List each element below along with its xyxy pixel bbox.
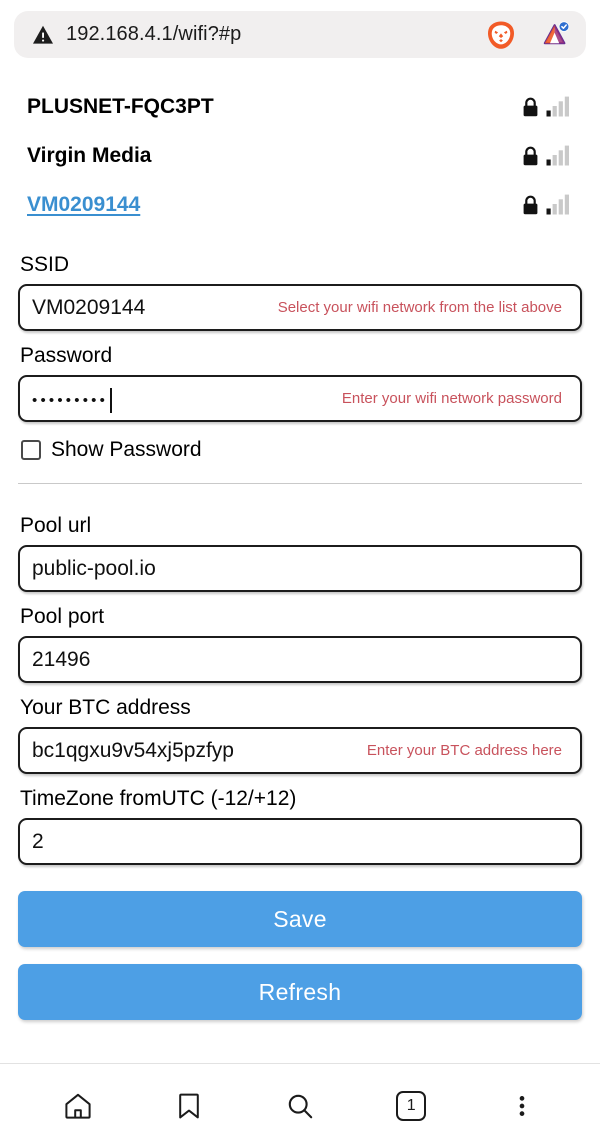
password-label: Password — [20, 344, 113, 367]
url-text[interactable]: 192.168.4.1/wifi?#p — [66, 23, 474, 46]
pool-url-label: Pool url — [20, 514, 92, 537]
search-icon — [285, 1091, 315, 1121]
lock-icon — [522, 146, 539, 166]
brave-lion-icon[interactable] — [486, 20, 516, 50]
bookmark-button[interactable] — [163, 1080, 215, 1132]
search-button[interactable] — [274, 1080, 326, 1132]
lock-icon — [522, 97, 539, 117]
warning-triangle-icon — [32, 24, 54, 46]
three-dot-menu-icon — [507, 1091, 537, 1121]
bookmark-icon — [174, 1091, 204, 1121]
pool-url-input[interactable]: public-pool.io — [18, 545, 582, 592]
btc-address-input-value: bc1qgxu9v54xj5pzfyp — [32, 738, 234, 762]
pool-port-input-value: 21496 — [32, 647, 91, 671]
address-bar[interactable]: 192.168.4.1/wifi?#p — [14, 11, 586, 58]
tab-switcher-button[interactable]: 1 — [385, 1080, 437, 1132]
wifi-network-name[interactable]: Virgin Media — [27, 144, 522, 168]
text-caret — [110, 387, 113, 413]
ssid-input[interactable]: VM0209144 Select your wifi network from … — [18, 284, 582, 331]
signal-strength-icon — [546, 96, 570, 117]
password-input-value: ••••••••• — [20, 385, 113, 413]
timezone-input-value: 2 — [32, 829, 44, 853]
show-password-checkbox[interactable] — [21, 440, 41, 460]
wifi-network-status-icons — [522, 145, 570, 166]
web-page-content: PLUSNET-FQC3PT Virgin Media VM0209144 SS… — [0, 68, 600, 1063]
show-password-checkbox-row[interactable]: Show Password — [18, 433, 582, 467]
wifi-network-row[interactable]: Virgin Media — [18, 131, 582, 180]
ssid-label: SSID — [20, 253, 70, 276]
password-hint: Enter your wifi network password — [341, 390, 562, 407]
browser-window: 192.168.4.1/wifi?#p PLUSNET-FQC3PT Virgi… — [0, 0, 600, 1147]
browser-top-bar: 192.168.4.1/wifi?#p — [0, 0, 600, 68]
ssid-hint: Select your wifi network from the list a… — [277, 299, 562, 316]
ssid-input-value: VM0209144 — [32, 295, 146, 319]
pool-url-input-value: public-pool.io — [32, 556, 156, 580]
wifi-network-row-selected[interactable]: VM0209144 — [18, 180, 582, 229]
tab-count-badge: 1 — [396, 1090, 427, 1121]
signal-strength-icon — [546, 194, 570, 215]
pool-port-label: Pool port — [20, 605, 105, 628]
section-divider — [18, 483, 582, 484]
password-input[interactable]: ••••••••• Enter your wifi network passwo… — [18, 375, 582, 422]
wifi-network-name[interactable]: VM0209144 — [27, 193, 522, 217]
menu-button[interactable] — [496, 1080, 548, 1132]
password-masked-text: ••••••••• — [32, 391, 109, 409]
wifi-network-status-icons — [522, 96, 570, 117]
btc-address-label: Your BTC address — [20, 696, 191, 719]
wifi-network-row[interactable]: PLUSNET-FQC3PT — [18, 82, 582, 131]
refresh-button[interactable]: Refresh — [18, 964, 582, 1020]
wifi-config-form: SSID VM0209144 Select your wifi network … — [18, 229, 582, 1020]
home-button[interactable] — [52, 1080, 104, 1132]
wifi-network-status-icons — [522, 194, 570, 215]
btc-address-input[interactable]: bc1qgxu9v54xj5pzfyp Enter your BTC addre… — [18, 727, 582, 774]
browser-bottom-nav: 1 — [0, 1063, 600, 1147]
btc-address-hint: Enter your BTC address here — [366, 742, 562, 759]
lock-icon — [522, 195, 539, 215]
timezone-label: TimeZone fromUTC (-12/+12) — [20, 787, 297, 810]
wifi-network-name[interactable]: PLUSNET-FQC3PT — [27, 95, 522, 119]
signal-strength-icon — [546, 145, 570, 166]
home-icon — [63, 1091, 93, 1121]
timezone-input[interactable]: 2 — [18, 818, 582, 865]
pool-port-input[interactable]: 21496 — [18, 636, 582, 683]
bat-rewards-icon[interactable] — [540, 20, 570, 50]
show-password-label: Show Password — [51, 438, 202, 461]
save-button[interactable]: Save — [18, 891, 582, 947]
wifi-network-list: PLUSNET-FQC3PT Virgin Media VM0209144 — [18, 68, 582, 229]
